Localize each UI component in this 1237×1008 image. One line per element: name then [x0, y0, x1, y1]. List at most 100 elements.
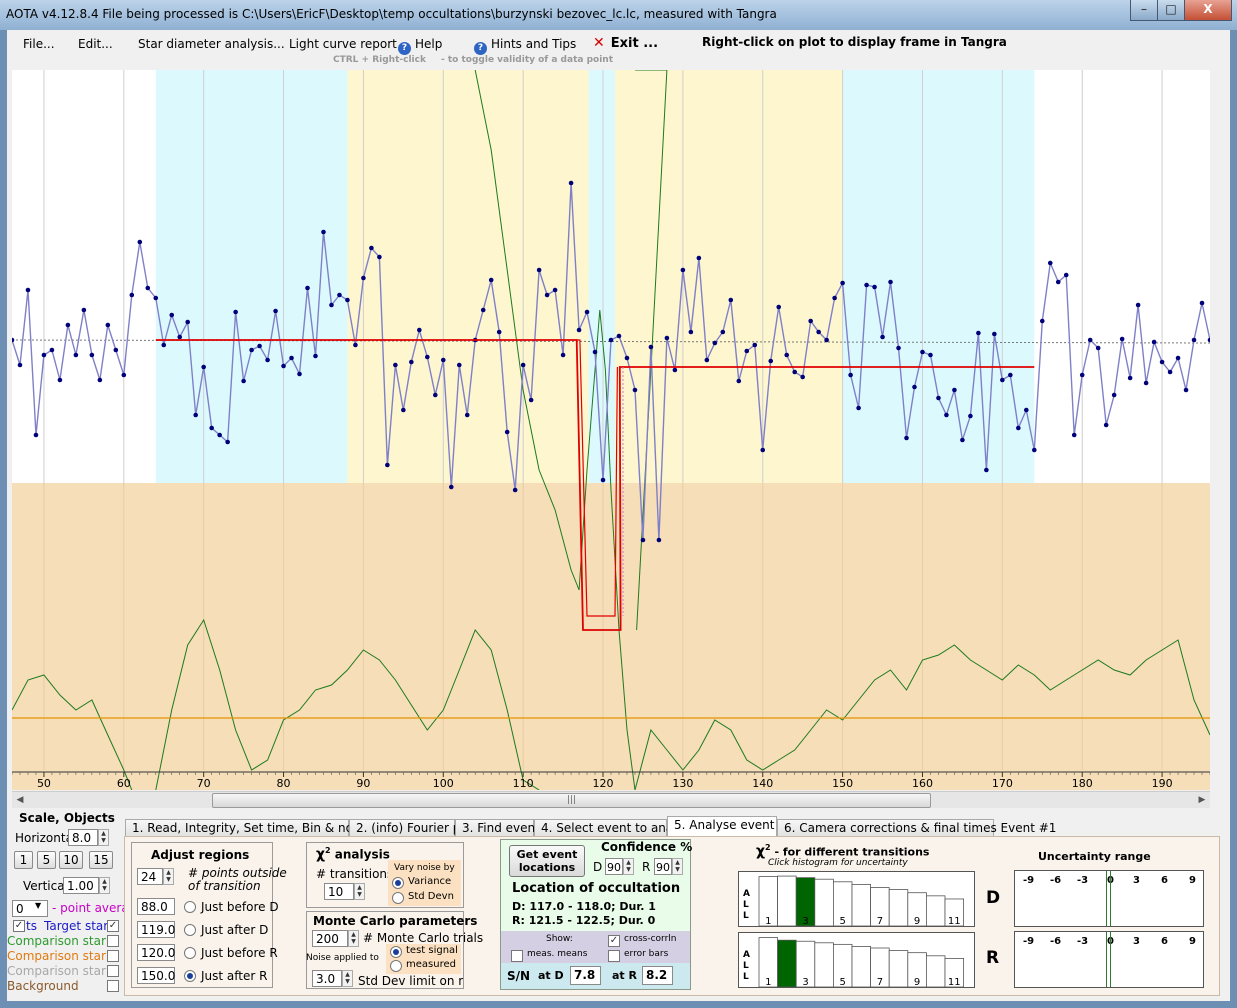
menu-file[interactable]: File...	[23, 37, 55, 51]
data-point[interactable]	[856, 405, 861, 411]
confidence-d-input[interactable]: 90	[605, 858, 623, 875]
data-point[interactable]	[536, 267, 542, 273]
data-point[interactable]	[976, 330, 981, 336]
hist-bar[interactable]	[925, 895, 946, 926]
data-point[interactable]	[800, 374, 805, 380]
chi-hist-d[interactable]: A L L 1 3 5 7 9 11	[738, 871, 975, 927]
data-point[interactable]	[600, 477, 606, 483]
data-point[interactable]	[832, 295, 837, 301]
data-point[interactable]	[864, 282, 869, 288]
data-point[interactable]	[145, 285, 151, 291]
object-checkbox[interactable]: ✓	[107, 920, 119, 932]
data-point[interactable]	[880, 334, 885, 340]
data-point[interactable]	[792, 369, 797, 375]
data-point[interactable]	[65, 322, 71, 328]
data-point[interactable]	[369, 245, 374, 251]
hist-bar[interactable]	[851, 883, 872, 926]
data-point[interactable]	[848, 372, 853, 378]
vertical-scale-spinner[interactable]: ▲ ▼	[99, 877, 110, 894]
data-point[interactable]	[952, 387, 957, 393]
data-point[interactable]	[808, 318, 813, 324]
data-point[interactable]	[904, 435, 909, 441]
data-point[interactable]	[73, 352, 79, 358]
data-point[interactable]	[289, 355, 294, 361]
region-value-input[interactable]: 88.0	[137, 898, 175, 915]
data-point[interactable]	[241, 378, 246, 384]
data-point[interactable]	[233, 309, 238, 315]
data-point[interactable]	[784, 352, 790, 358]
data-point[interactable]	[1008, 372, 1013, 378]
region-value-input[interactable]: 120.0	[137, 944, 175, 961]
data-point[interactable]	[257, 343, 262, 349]
tab-4[interactable]: 4. Select event to analyse	[534, 819, 697, 836]
data-point[interactable]	[712, 340, 718, 346]
plot-horizontal-scrollbar[interactable]: ◀ ||| ▶	[12, 791, 1210, 808]
light-curve-plot[interactable]: 50 60 70 80 90 100 110 120 130 140 150 160 170 180 190	[12, 70, 1210, 790]
data-point[interactable]	[624, 355, 630, 361]
data-point[interactable]	[432, 392, 438, 398]
data-point[interactable]	[584, 309, 590, 315]
std-dev-limit-spinner[interactable]: ▲ ▼	[342, 970, 353, 987]
scroll-thumb[interactable]: |||	[212, 793, 931, 808]
data-point[interactable]	[33, 432, 39, 438]
data-point[interactable]	[736, 378, 742, 384]
scale-button-10[interactable]: 10	[59, 851, 83, 869]
data-point[interactable]	[872, 284, 877, 290]
menu-help[interactable]: ? Help	[398, 37, 442, 55]
data-point[interactable]	[768, 358, 774, 364]
confidence-r-spinner[interactable]: ▲ ▼	[672, 858, 683, 875]
uncertainty-r[interactable]: -9-6-30369	[1014, 931, 1204, 988]
data-point[interactable]	[592, 349, 598, 355]
data-point[interactable]	[824, 337, 829, 343]
data-point[interactable]	[984, 467, 989, 473]
region-radio[interactable]	[184, 947, 196, 959]
data-point[interactable]	[456, 362, 462, 368]
data-point[interactable]	[1191, 337, 1197, 343]
maximize-button[interactable]: □	[1157, 0, 1185, 21]
monte-carlo-trials-spinner[interactable]: ▲ ▼	[348, 930, 359, 947]
data-point[interactable]	[305, 285, 310, 291]
object-checkbox[interactable]	[107, 950, 119, 962]
hist-bar[interactable]	[851, 946, 872, 987]
data-point[interactable]	[209, 425, 214, 431]
data-point[interactable]	[25, 287, 31, 293]
data-point[interactable]	[920, 349, 925, 355]
confidence-r-input[interactable]: 90	[654, 858, 672, 875]
data-point[interactable]	[752, 342, 758, 348]
hist-bar[interactable]	[925, 955, 946, 987]
tab-5[interactable]: 5. Analyse event #1	[667, 816, 796, 837]
data-point[interactable]	[992, 331, 997, 337]
hist-bar[interactable]	[814, 878, 834, 926]
confidence-d-spinner[interactable]: ▲ ▼	[623, 858, 634, 875]
object-checkbox[interactable]	[107, 935, 119, 947]
data-point[interactable]	[1024, 407, 1029, 413]
data-point[interactable]	[512, 487, 518, 493]
data-point[interactable]	[944, 412, 949, 418]
data-point[interactable]	[393, 362, 398, 368]
data-point[interactable]	[968, 413, 973, 419]
region-value-input[interactable]: 150.0	[137, 967, 175, 984]
region-radio[interactable]	[184, 924, 196, 936]
data-point[interactable]	[177, 334, 183, 340]
data-point[interactable]	[265, 357, 270, 363]
data-point[interactable]	[1159, 359, 1165, 365]
data-point[interactable]	[121, 372, 127, 378]
minimize-button[interactable]: –	[1130, 0, 1158, 21]
data-point[interactable]	[704, 357, 710, 363]
uncertainty-d[interactable]: -9-6-30369	[1014, 870, 1204, 927]
data-point[interactable]	[528, 397, 534, 403]
menu-star-diameter[interactable]: Star diameter analysis...	[138, 37, 285, 51]
menu-light-curve-report[interactable]: Light curve report	[289, 37, 397, 51]
data-point[interactable]	[656, 537, 662, 543]
data-point[interactable]	[193, 412, 198, 418]
horizontal-scale-spinner[interactable]: ▲ ▼	[98, 829, 109, 846]
hist-bar[interactable]	[888, 889, 909, 926]
data-point[interactable]	[520, 362, 526, 368]
data-point[interactable]	[888, 279, 893, 285]
std-devn-radio[interactable]	[392, 892, 404, 904]
data-point[interactable]	[696, 255, 702, 261]
data-point[interactable]	[385, 462, 390, 468]
menu-edit[interactable]: Edit...	[78, 37, 113, 51]
error-bars-checkbox[interactable]	[608, 950, 620, 962]
data-point[interactable]	[576, 327, 582, 333]
